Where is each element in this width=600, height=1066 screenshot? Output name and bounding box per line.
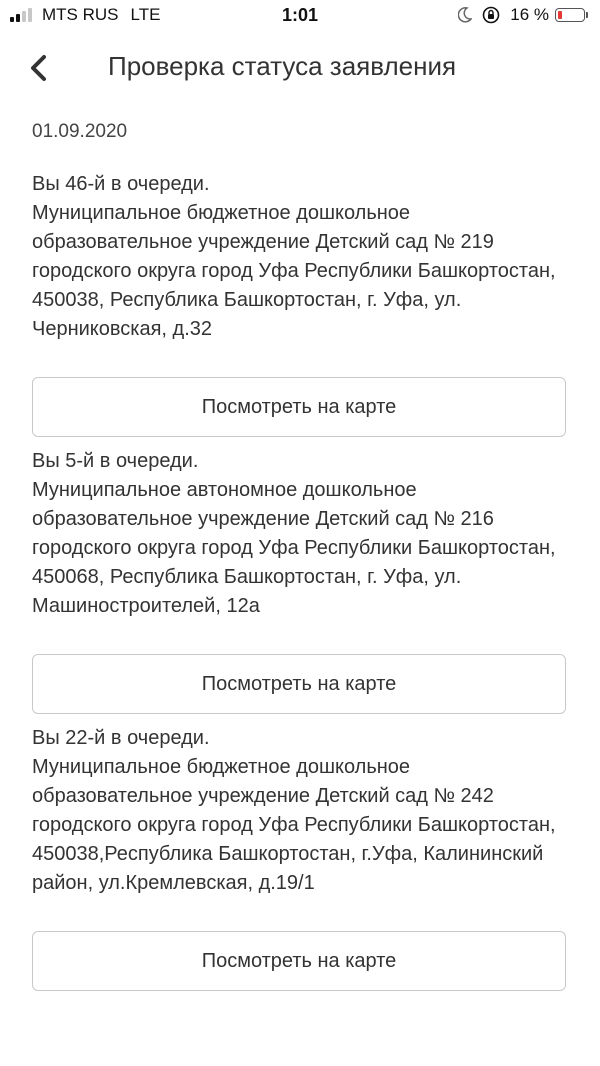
queue-entry: Вы 5-й в очереди. Муниципальное автономн… [32,447,572,714]
entry-text: Вы 5-й в очереди. Муниципальное автономн… [32,447,572,621]
queue-position: Вы 46-й в очереди. [32,173,210,195]
queue-entry: Вы 46-й в очереди. Муниципальное бюджетн… [32,170,572,437]
organization-description: Муниципальное бюджетное дошкольное образ… [32,202,556,340]
entry-text: Вы 22-й в очереди. Муниципальное бюджетн… [32,724,572,898]
back-button[interactable] [18,48,58,88]
battery-icon [555,8,588,22]
queue-entry: Вы 22-й в очереди. Муниципальное бюджетн… [32,724,572,991]
orientation-lock-icon [482,6,500,24]
organization-description: Муниципальное автономное дошкольное обра… [32,479,556,617]
moon-icon [458,7,473,23]
status-bar-right: 16 % [458,5,588,25]
battery-percent: 16 % [510,5,549,24]
application-status-content: 01.09.2020 Вы 46-й в очереди. Муниципаль… [32,118,572,1001]
view-on-map-button[interactable]: Посмотреть на карте [32,931,566,991]
status-bar: MTS RUS LTE 1:01 16 % [0,0,600,34]
view-on-map-button[interactable]: Посмотреть на карте [32,377,566,437]
view-on-map-button[interactable]: Посмотреть на карте [32,654,566,714]
application-date: 01.09.2020 [32,121,128,142]
queue-position: Вы 22-й в очереди. [32,727,210,749]
page-title: Проверка статуса заявления [108,51,457,81]
queue-position: Вы 5-й в очереди. [32,450,199,472]
organization-description: Муниципальное бюджетное дошкольное образ… [32,756,556,894]
nav-header: Проверка статуса заявления [0,34,600,102]
chevron-left-icon [31,55,46,81]
entry-text: Вы 46-й в очереди. Муниципальное бюджетн… [32,170,572,344]
